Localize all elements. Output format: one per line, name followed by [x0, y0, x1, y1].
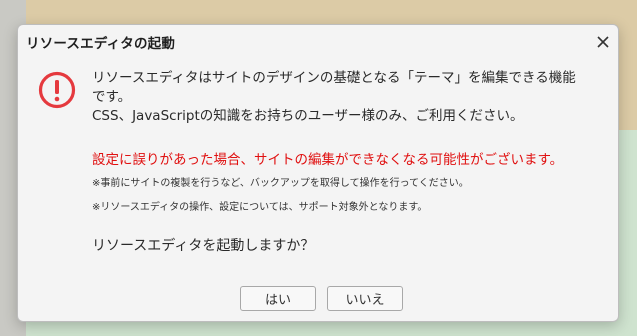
dialog-content: リソースエディタはサイトのデザインの基礎となる「テーマ」を編集できる機能 です。…	[92, 69, 592, 255]
note-support: ※リソースエディタの操作、設定については、サポート対象外となります。	[92, 202, 428, 213]
message-line-1: リソースエディタはサイトのデザインの基礎となる「テーマ」を編集できる機能	[92, 70, 576, 86]
warning-message: 設定に誤りがあった場合、サイトの編集ができなくなる可能性がございます。	[92, 152, 564, 168]
message-line-2: です。	[92, 89, 132, 105]
message-line-3: CSS、JavaScriptの知識をお持ちのユーザー様のみ、ご利用ください。	[92, 108, 524, 124]
confirm-question: リソースエディタを起動しますか？	[92, 238, 315, 254]
no-button[interactable]: いいえ	[327, 286, 403, 311]
close-button[interactable]	[594, 33, 612, 51]
yes-button[interactable]: はい	[240, 286, 316, 311]
note-backup: ※事前にサイトの複製を行うなど、バックアップを取得して操作を行ってください。	[92, 178, 469, 189]
close-icon	[597, 36, 609, 48]
exclamation-circle-icon	[38, 71, 76, 109]
dialog-titlebar: リソースエディタの起動	[18, 25, 618, 57]
dialog-title: リソースエディタの起動	[26, 36, 176, 52]
resource-editor-dialog: リソースエディタの起動 リソースエディタはサイトのデザインの基礎となる「テーマ」…	[17, 24, 619, 322]
